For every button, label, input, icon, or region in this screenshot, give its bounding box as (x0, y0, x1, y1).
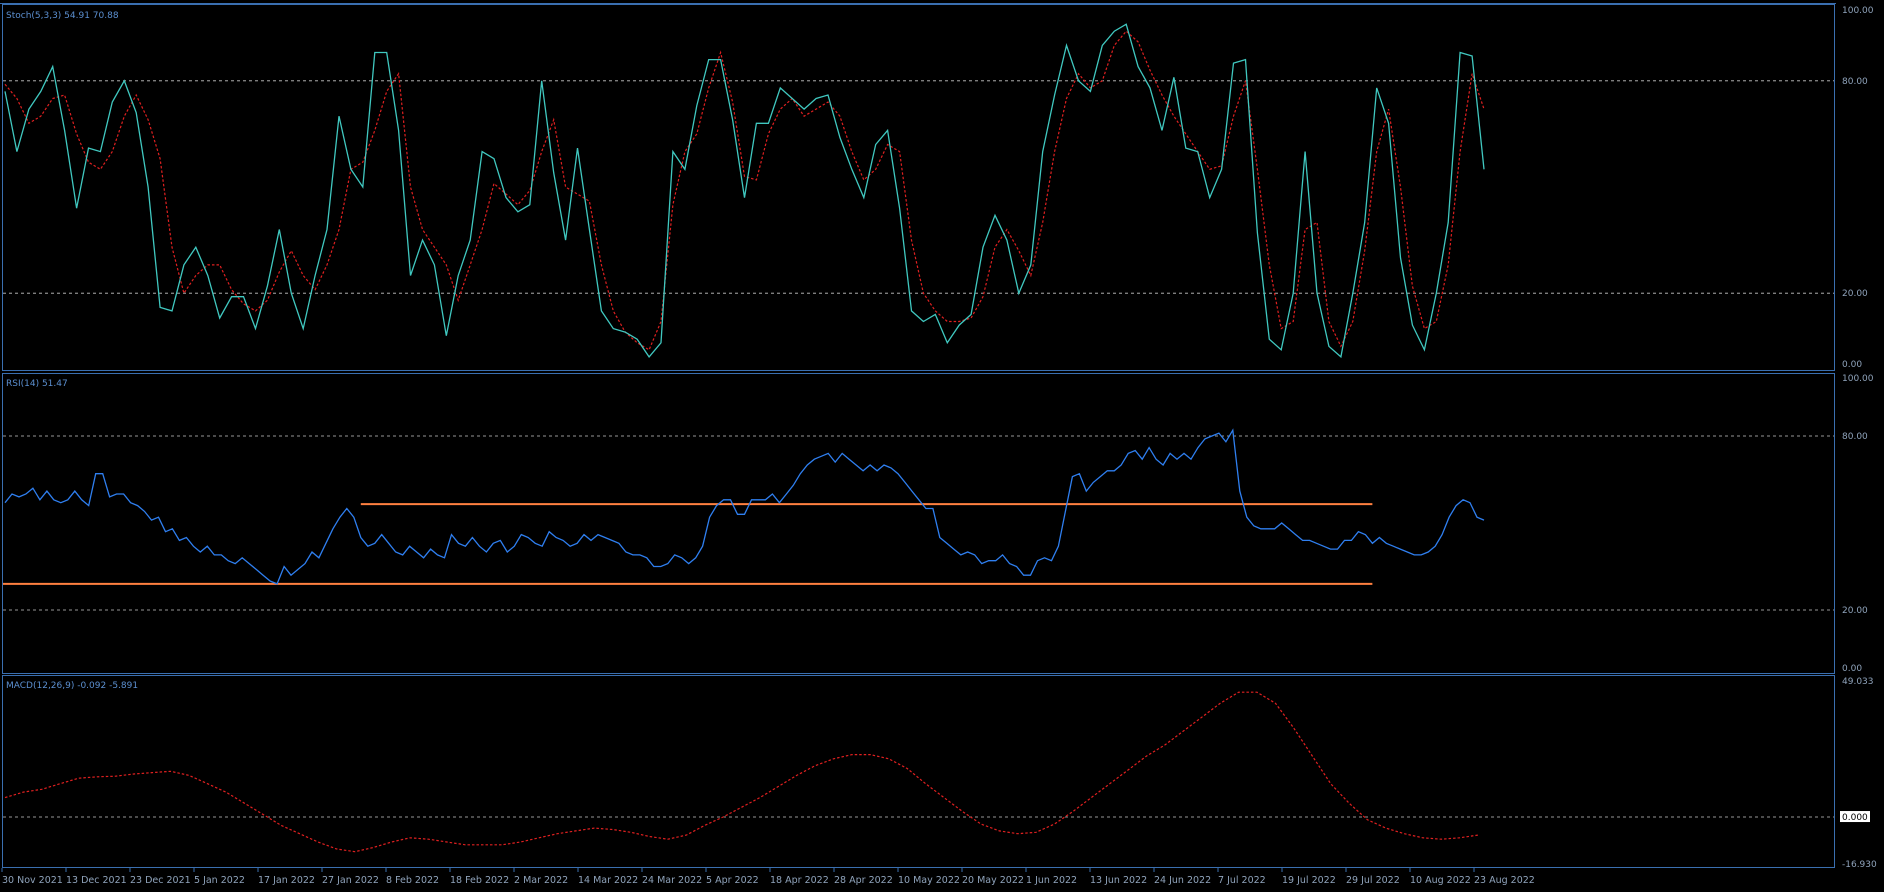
date-label: 27 Jan 2022 (322, 875, 379, 886)
y-tick-label: 20.00 (1842, 606, 1868, 616)
date-label: 30 Nov 2021 (2, 875, 63, 886)
macd-panel-frame (2, 675, 1835, 868)
macd-panel: MACD(12,26,9) -0.092 -5.891 49.033 0.000 -… (2, 675, 1877, 870)
stoch-main-line (4, 23, 1485, 359)
y-tick-label: 100.00 (1842, 374, 1874, 384)
y-tick-label: 100.00 (1842, 6, 1874, 16)
stoch-indicator-label: Stoch(5,3,3) 54.91 70.88 (6, 11, 119, 21)
stoch-panel-frame (2, 4, 1835, 371)
stoch-y-axis: 100.00 80.00 20.00 0.00 (1842, 6, 1874, 370)
date-label: 23 Dec 2021 (130, 875, 191, 886)
stoch-level-lines (3, 80, 1834, 294)
date-label: 29 Jul 2022 (1346, 875, 1400, 886)
y-tick-label: -16.930 (1842, 860, 1877, 870)
stoch-signal-line (4, 30, 1485, 351)
y-tick-label: 0.000 (1842, 813, 1868, 823)
date-label: 13 Jun 2022 (1090, 875, 1147, 886)
date-label: 19 Jul 2022 (1282, 875, 1336, 886)
date-label: 24 Mar 2022 (642, 875, 702, 886)
y-tick-label: 0.00 (1842, 360, 1862, 370)
date-label: 7 Jul 2022 (1218, 875, 1266, 886)
date-axis: 30 Nov 2021 13 Dec 2021 23 Dec 2021 5 Jan 2… (1, 868, 1535, 886)
stoch-panel: Stoch(5,3,3) 54.91 70.88 100.00 80.00 20.0… (0, 3, 1874, 371)
macd-y-axis: 49.033 0.000 -16.930 (1840, 677, 1877, 870)
date-label: 10 Aug 2022 (1410, 875, 1471, 886)
y-tick-label: 20.00 (1842, 289, 1868, 299)
rsi-line (4, 428, 1485, 585)
y-tick-label: 49.033 (1842, 677, 1874, 687)
date-label: 14 Mar 2022 (578, 875, 638, 886)
y-tick-label: 0.00 (1842, 664, 1862, 674)
rsi-indicator-label: RSI(14) 51.47 (6, 379, 68, 389)
date-label: 8 Feb 2022 (386, 875, 439, 886)
rsi-panel-frame (2, 373, 1835, 674)
date-label: 2 Mar 2022 (514, 875, 568, 886)
date-label: 5 Jan 2022 (194, 875, 245, 886)
date-label: 18 Feb 2022 (450, 875, 509, 886)
date-label: 10 May 2022 (898, 875, 960, 886)
y-tick-label: 80.00 (1842, 432, 1868, 442)
date-label: 5 Apr 2022 (706, 875, 759, 886)
date-label: 17 Jan 2022 (258, 875, 315, 886)
date-label: 24 Jun 2022 (1154, 875, 1211, 886)
rsi-y-axis: 100.00 80.00 20.00 0.00 (1842, 374, 1874, 674)
macd-signal-line (4, 691, 1479, 853)
date-label: 18 Apr 2022 (770, 875, 829, 886)
rsi-trendlines (3, 503, 1373, 585)
indicator-chart: Stoch(5,3,3) 54.91 70.88 100.00 80.00 20.0… (0, 3, 1877, 886)
date-label: 28 Apr 2022 (834, 875, 893, 886)
rsi-panel: RSI(14) 51.47 100.00 80.00 20.00 0.00 (2, 373, 1874, 674)
date-label: 13 Dec 2021 (66, 875, 127, 886)
date-label: 23 Aug 2022 (1474, 875, 1535, 886)
date-label: 1 Jun 2022 (1026, 875, 1077, 886)
date-label: 20 May 2022 (962, 875, 1024, 886)
y-tick-label: 80.00 (1842, 77, 1868, 87)
macd-indicator-label: MACD(12,26,9) -0.092 -5.891 (6, 681, 138, 691)
